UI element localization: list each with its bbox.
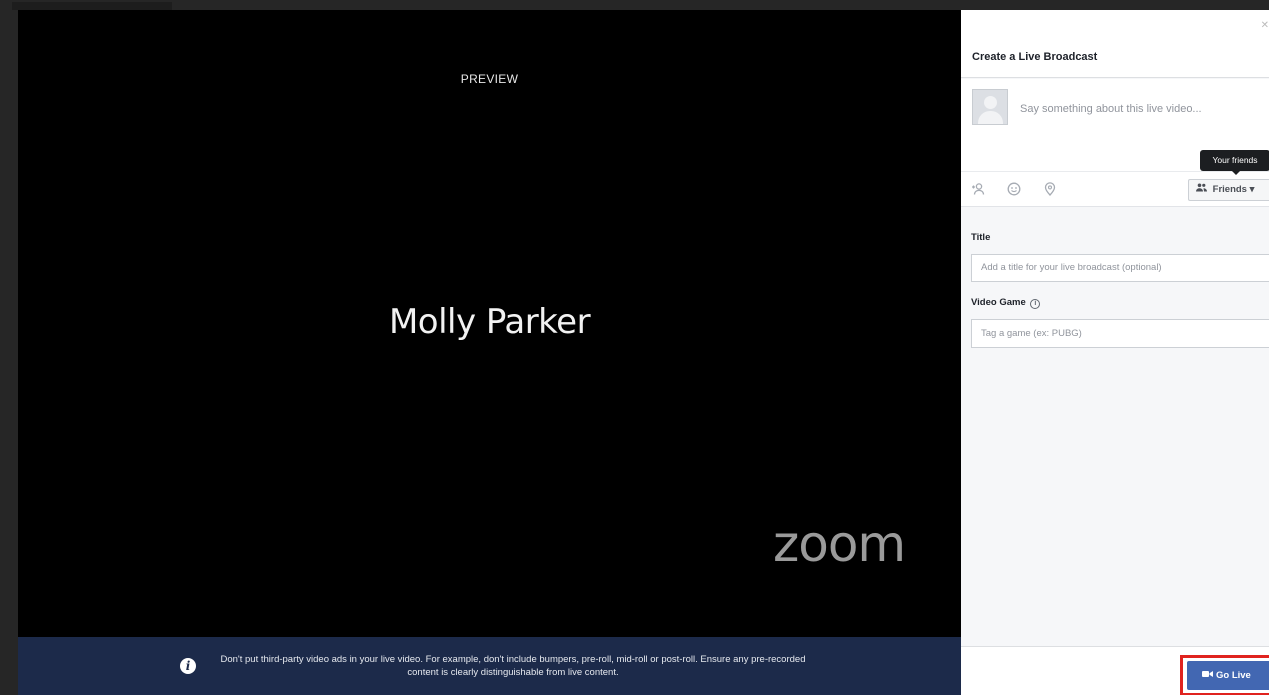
video-game-label-text: Video Game: [971, 297, 1026, 308]
avatar-head: [984, 96, 997, 109]
feeling-icon[interactable]: [1007, 182, 1021, 199]
panel-footer: Go Live: [961, 646, 1269, 695]
title-label: Title: [971, 232, 991, 243]
location-icon[interactable]: [1044, 182, 1056, 199]
go-live-button[interactable]: Go Live: [1187, 661, 1269, 690]
title-bar: [12, 2, 172, 10]
notice-text: Don't put third-party video ads in your …: [220, 654, 806, 678]
video-game-label: Video Game i: [971, 297, 1041, 309]
audience-label: Friends: [1212, 184, 1247, 195]
window-frame: PREVIEW Molly Parker zoom i Don't put th…: [0, 0, 1269, 695]
ad-policy-notice: i Don't put third-party video ads in you…: [18, 637, 961, 695]
composer-placeholder[interactable]: Say something about this live video...: [1020, 103, 1202, 115]
video-camera-icon: [1202, 661, 1213, 690]
audience-selector-button[interactable]: Friends ▾: [1188, 179, 1269, 201]
close-icon[interactable]: ✕: [1261, 20, 1269, 31]
info-icon[interactable]: i: [1030, 299, 1041, 309]
avatar-body: [978, 111, 1003, 124]
video-game-input[interactable]: Tag a game (ex: PUBG): [971, 319, 1269, 348]
avatar: [972, 89, 1008, 125]
info-icon: i: [180, 658, 196, 674]
friends-icon: [1196, 183, 1210, 195]
go-live-label: Go Live: [1216, 670, 1251, 681]
panel-header: ✕ Create a Live Broadcast: [961, 10, 1269, 78]
title-input[interactable]: Add a title for your live broadcast (opt…: [971, 254, 1269, 282]
preview-label: PREVIEW: [460, 72, 519, 86]
chevron-down-icon: ▾: [1249, 184, 1255, 195]
video-preview: PREVIEW Molly Parker zoom i Don't put th…: [18, 10, 961, 695]
screen: PREVIEW Molly Parker zoom i Don't put th…: [0, 0, 1269, 695]
audience-tooltip: Your friends: [1200, 150, 1269, 175]
live-broadcast-panel: ✕ Create a Live Broadcast Say something …: [961, 10, 1269, 695]
zoom-watermark: zoom: [773, 515, 906, 573]
panel-title: Create a Live Broadcast: [972, 51, 1098, 63]
participant-name: Molly Parker: [388, 302, 591, 342]
tag-people-icon[interactable]: [971, 182, 985, 199]
composer-toolbar: Friends ▾: [961, 171, 1269, 207]
